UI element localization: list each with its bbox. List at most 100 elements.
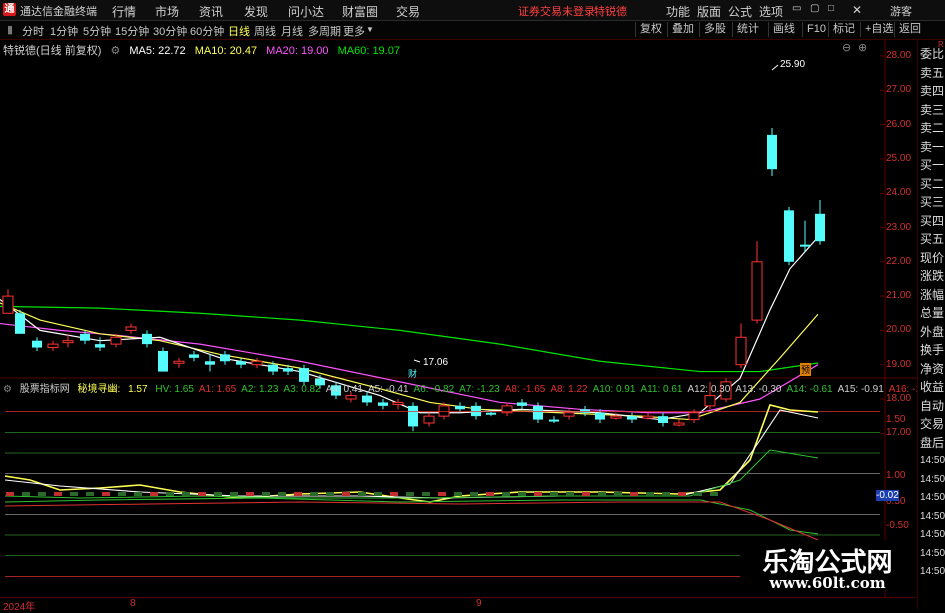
period-tab-more[interactable]: 更多 xyxy=(343,23,365,39)
candle-body xyxy=(658,416,668,424)
guest-user[interactable]: 游客 xyxy=(890,3,912,19)
sidebar-item[interactable]: 卖三 xyxy=(920,102,945,118)
minimize-icon[interactable]: ▭ xyxy=(792,3,801,14)
menu-news[interactable]: 资讯 xyxy=(199,3,223,20)
period-tab-intraday[interactable]: 分时 xyxy=(22,23,44,39)
sidebar-item[interactable]: 14:50 xyxy=(920,527,945,543)
overlay-button[interactable]: 叠加 xyxy=(667,22,698,37)
indicator-bar xyxy=(614,492,622,496)
menu-options[interactable]: 选项 xyxy=(759,3,783,20)
sidebar-item[interactable]: 委比 xyxy=(920,46,945,62)
sidebar-item[interactable]: 14:50 xyxy=(920,564,945,580)
adjust-button[interactable]: 复权 xyxy=(635,22,666,37)
indicator-axis-label: 1.00 xyxy=(886,470,906,481)
period-tab-60min[interactable]: 60分钟 xyxy=(190,23,224,39)
candle-body xyxy=(563,412,575,417)
dropdown-icon[interactable]: ▼ xyxy=(366,25,374,34)
sidebar-item[interactable]: 外盘 xyxy=(920,324,945,340)
sidebar-item[interactable]: 交易 xyxy=(920,416,945,432)
indicator-bar xyxy=(230,492,238,496)
candle-body xyxy=(2,295,14,314)
kline-chart[interactable] xyxy=(0,40,917,597)
lock-icon[interactable]: ▮ xyxy=(7,23,13,36)
indicator-item: A2: 1.23 xyxy=(241,384,279,395)
sidebar-item[interactable]: 现价 xyxy=(920,250,945,266)
candle-body xyxy=(673,422,685,426)
indicator-item: A8: -1.65 xyxy=(504,384,546,395)
candle-body xyxy=(392,401,404,405)
sidebar-item[interactable]: 收益 xyxy=(920,379,945,395)
sidebar-item[interactable]: 涨跌 xyxy=(920,268,945,284)
sidebar-item[interactable]: 买三 xyxy=(920,194,945,210)
sidebar-item[interactable]: 卖二 xyxy=(920,120,945,136)
menu-wealth[interactable]: 财富圈 xyxy=(342,3,378,20)
sidebar-item[interactable]: 卖五 xyxy=(920,65,945,81)
indicator-item: A6: -0.82 xyxy=(413,384,455,395)
price-axis-label: 20.00 xyxy=(886,324,912,336)
multi-stock-button[interactable]: 多股 xyxy=(699,22,730,37)
menu-discover[interactable]: 发现 xyxy=(244,3,268,20)
period-tab-15min[interactable]: 15分钟 xyxy=(115,23,149,39)
restore-icon[interactable]: ▢ xyxy=(810,3,819,14)
menu-wenxiaoda[interactable]: 问小达 xyxy=(288,3,324,20)
candle-body xyxy=(408,405,418,427)
indicator-item: A15: -0.91 xyxy=(837,384,884,395)
sidebar-item[interactable]: 换手 xyxy=(920,342,945,358)
price-axis-label: 27.00 xyxy=(886,84,912,96)
sidebar-item[interactable]: 14:50 xyxy=(920,453,945,469)
mark-button[interactable]: 标记 xyxy=(828,22,859,37)
maximize-icon[interactable]: □ xyxy=(828,3,834,14)
sidebar-item[interactable]: 买二 xyxy=(920,176,945,192)
sidebar-item[interactable]: 14:50 xyxy=(920,472,945,488)
sidebar-item[interactable]: 卖一 xyxy=(920,139,945,155)
indicator-bar xyxy=(118,492,126,496)
sidebar-item[interactable]: 买四 xyxy=(920,213,945,229)
candle-body xyxy=(735,336,747,366)
sidebar-item[interactable]: 14:50 xyxy=(920,490,945,506)
close-icon[interactable]: ✕ xyxy=(852,3,862,17)
sidebar-item[interactable]: 总量 xyxy=(920,305,945,321)
indicator-bar xyxy=(38,492,46,496)
sidebar-item[interactable]: 卖四 xyxy=(920,83,945,99)
indicator-item: A7: -1.23 xyxy=(459,384,500,395)
period-tab-multi[interactable]: 多周期 xyxy=(308,23,341,39)
watermark: 乐淘公式网 www.60lt.com xyxy=(740,540,915,592)
price-axis-label: 28.00 xyxy=(886,50,912,61)
period-tab-monthly[interactable]: 月线 xyxy=(281,23,303,39)
sidebar-item[interactable]: 自动 xyxy=(920,398,945,414)
sidebar-item[interactable]: 涨幅 xyxy=(920,287,945,303)
menu-quotes[interactable]: 行情 xyxy=(112,3,136,20)
indicator-axis-label: 1.50 xyxy=(886,414,906,425)
menu-market[interactable]: 市场 xyxy=(155,3,179,20)
indicator-name[interactable]: 股票指标网 xyxy=(20,384,70,395)
stats-button[interactable]: 统计 xyxy=(732,22,763,37)
f10-button[interactable]: F10 xyxy=(802,22,830,37)
indicator-settings-icon[interactable]: ⚙ xyxy=(3,384,12,395)
menu-layout[interactable]: 版面 xyxy=(697,3,721,20)
sidebar-item[interactable]: 盘后 xyxy=(920,435,945,451)
login-notice[interactable]: 证券交易未登录 xyxy=(518,3,595,19)
candle-body xyxy=(362,395,372,403)
menu-function[interactable]: 功能 xyxy=(666,3,690,20)
draw-line-button[interactable]: 画线 xyxy=(768,22,799,37)
sidebar-item[interactable]: 14:50 xyxy=(920,509,945,525)
menu-formula[interactable]: 公式 xyxy=(728,3,752,20)
indicator-bar xyxy=(166,492,174,496)
period-tab-30min[interactable]: 30分钟 xyxy=(153,23,187,39)
candle-body xyxy=(110,336,122,345)
forecast-marker[interactable]: 预 xyxy=(800,363,812,376)
sidebar-item[interactable]: 净资 xyxy=(920,361,945,377)
period-tab-weekly[interactable]: 周线 xyxy=(254,23,276,39)
sidebar-item[interactable]: 买五 xyxy=(920,231,945,247)
back-button[interactable]: 返回 xyxy=(894,22,925,37)
period-tab-5min[interactable]: 5分钟 xyxy=(83,23,111,39)
add-watchlist-button[interactable]: +自选 xyxy=(860,22,897,37)
period-tab-1min[interactable]: 1分钟 xyxy=(50,23,78,39)
sidebar-item[interactable]: 买一 xyxy=(920,157,945,173)
sidebar-item[interactable]: 14:50 xyxy=(920,546,945,562)
indicator-bar xyxy=(358,492,366,496)
title-bar: 通 通达信金融终端 行情 市场 资讯 发现 问小达 财富圈 交易 证券交易未登录… xyxy=(0,0,945,21)
period-tab-daily[interactable]: 日线 xyxy=(228,23,250,39)
menu-trade[interactable]: 交易 xyxy=(396,3,420,20)
indicator-bar xyxy=(678,492,686,496)
